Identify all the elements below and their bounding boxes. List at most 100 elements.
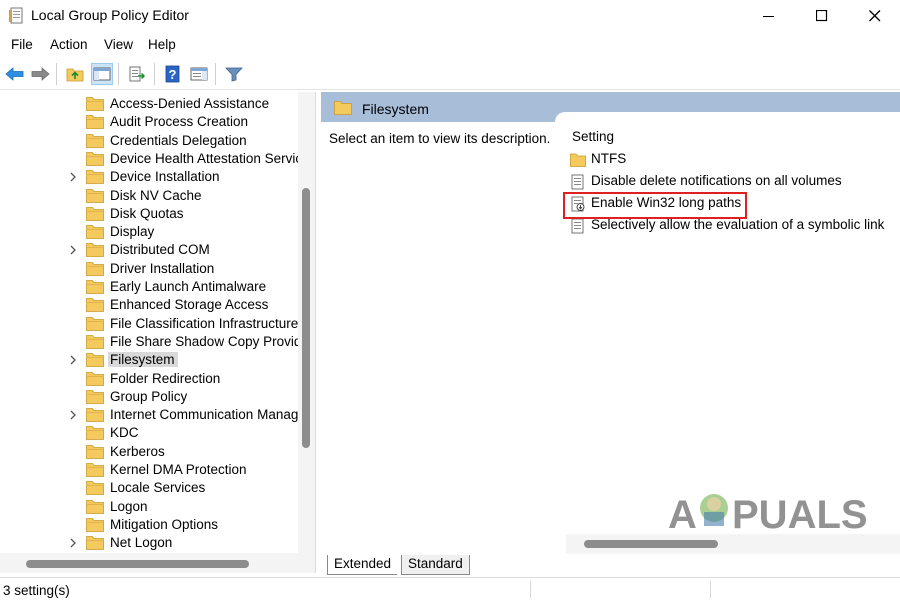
setting-folder-row[interactable]: NTFS [570,150,900,170]
tree-item[interactable]: Filesystem [0,351,298,369]
chevron-right-icon[interactable] [67,409,79,421]
tree-item-label: Credentials Delegation [110,132,247,148]
tree-item[interactable]: Locale Services [0,479,298,497]
folder-icon [570,153,586,167]
folder-icon [86,353,104,368]
menu-help[interactable]: Help [148,37,176,52]
folder-icon [86,536,104,551]
tree-item-label: Internet Communication Management [110,407,298,423]
chevron-right-icon[interactable] [67,171,79,183]
maximize-button[interactable] [799,0,845,32]
tree-item[interactable]: Mitigation Options [0,516,298,534]
setting-label: Disable delete notifications on all volu… [591,173,842,188]
tree-item-label: Audit Process Creation [110,114,249,130]
window-title: Local Group Policy Editor [31,7,189,23]
tree-item[interactable]: Display [0,223,298,241]
help-button[interactable]: ? [162,63,184,85]
watermark-logo: A PUALS [668,480,878,540]
folder-icon [86,463,104,477]
folder-icon [86,481,104,496]
menu-action[interactable]: Action [50,37,88,52]
tree-item[interactable]: Early Launch Antimalware [0,278,298,296]
tree-item[interactable]: Kerberos [0,443,298,461]
minimize-button[interactable] [746,0,792,32]
folder-icon [86,188,104,203]
export-list-button[interactable] [126,63,148,85]
tree-item[interactable]: File Share Shadow Copy Provider [0,333,298,351]
tree-item[interactable]: Device Installation [0,168,298,186]
tree-item-label: Device Installation [110,169,220,185]
status-text: 3 setting(s) [3,583,70,598]
close-button[interactable] [852,0,898,32]
status-separator [710,581,711,598]
tree-item-label: Device Health Attestation Service [110,150,298,166]
tree-item[interactable]: Distributed COM [0,241,298,259]
tree-item[interactable]: Folder Redirection [0,370,298,388]
maximize-icon [816,10,828,22]
tree-item[interactable]: Audit Process Creation [0,113,298,131]
minimize-icon [763,16,774,17]
setting-label: Selectively allow the evaluation of a sy… [591,217,885,232]
chevron-right-icon[interactable] [67,244,79,256]
tree-item[interactable]: Logon [0,498,298,516]
chevron-right-icon[interactable] [67,354,79,366]
show-action-pane-button[interactable] [188,63,210,85]
toolbar: ? [0,59,900,90]
tree-item-label: File Share Shadow Copy Provider [110,333,298,349]
tree-item-label: Folder Redirection [110,370,221,386]
tree-item-label: Kernel DMA Protection [110,462,247,477]
back-button[interactable] [4,63,26,85]
setting-label: NTFS [591,151,627,166]
folder-up-icon [66,68,84,82]
tree-item[interactable]: Disk NV Cache [0,187,298,205]
details-horizontal-scroll-thumb[interactable] [584,540,718,548]
setting-policy-row[interactable]: Disable delete notifications on all volu… [570,172,900,192]
tree-item[interactable]: Enhanced Storage Access [0,296,298,314]
tree-item[interactable]: Access-Denied Assistance [0,95,298,113]
filter-icon [225,67,243,82]
tree-item[interactable]: Net Logon [0,534,298,552]
tab-extended[interactable]: Extended [327,555,398,575]
tree-item[interactable]: Kernel DMA Protection [0,461,298,479]
tree-item[interactable]: Disk Quotas [0,205,298,223]
tree-item-label: Logon [110,498,148,514]
show-hide-tree-button[interactable] [91,63,113,85]
toolbar-separator [56,63,57,85]
folder-icon [86,316,104,331]
folder-icon [334,101,352,115]
up-one-level-button[interactable] [64,63,86,85]
back-arrow-icon [5,67,24,81]
folder-icon [86,151,104,166]
tree-item[interactable]: Internet Communication Management [0,406,298,424]
tree-item[interactable]: Group Policy [0,388,298,406]
tree-item[interactable]: Driver Installation [0,260,298,278]
tree-horizontal-scroll-thumb[interactable] [26,560,249,568]
tree-item[interactable]: Device Health Attestation Service [0,150,298,168]
details-header-title: Filesystem [362,101,429,117]
tab-standard[interactable]: Standard [401,555,470,575]
menu-view[interactable]: View [104,37,133,52]
setting-column-header[interactable]: Setting [572,129,614,144]
tree-item[interactable]: Credentials Delegation [0,132,298,150]
tree-item[interactable]: File Classification Infrastructure [0,315,298,333]
tree-item[interactable]: KDC [0,424,298,442]
setting-policy-row[interactable]: Selectively allow the evaluation of a sy… [570,216,900,236]
forward-button[interactable] [29,63,51,85]
menu-file[interactable]: File [11,37,33,52]
filter-button[interactable] [223,63,245,85]
folder-icon [86,206,104,221]
details-header-notch [555,112,900,124]
help-icon: ? [165,65,180,83]
tree-item-label: Distributed COM [110,242,210,258]
svg-text:?: ? [169,67,177,82]
tree-item-label: Net Logon [110,535,173,551]
view-tabs: Extended Standard [321,555,900,575]
policy-setting-icon [571,218,584,234]
chevron-right-icon[interactable] [67,537,79,549]
group-policy-app-icon [9,7,23,24]
folder-icon [86,298,104,313]
highlight-annotation-box [563,192,747,219]
tree-item-label: Enhanced Storage Access [110,297,269,313]
tree-vertical-scroll-thumb[interactable] [302,188,310,448]
description-text: Select an item to view its description. [329,131,551,146]
